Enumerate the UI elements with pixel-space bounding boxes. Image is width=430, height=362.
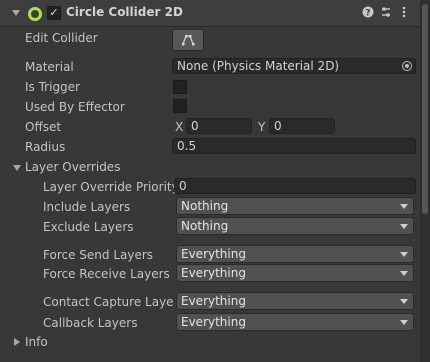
chevron-down-icon: [400, 252, 408, 257]
component-title: Circle Collider 2D: [66, 5, 183, 19]
force-send-layers-dropdown[interactable]: Everything: [176, 245, 414, 263]
exclude-layers-dropdown[interactable]: Nothing: [176, 217, 414, 235]
help-icon[interactable]: ?: [362, 6, 374, 19]
used-by-effector-checkbox[interactable]: [173, 99, 187, 113]
force-receive-layers-label: Force Receive Layers: [43, 267, 170, 281]
layer-override-priority-label: Layer Override Priority: [43, 180, 179, 194]
edit-collider-button[interactable]: [172, 29, 204, 51]
force-send-layers-label: Force Send Layers: [43, 248, 154, 262]
is-trigger-label: Is Trigger: [25, 80, 80, 94]
offset-y-field[interactable]: 0: [269, 118, 335, 134]
layer-overrides-label[interactable]: Layer Overrides: [25, 160, 120, 174]
radius-value: 0.5: [177, 139, 197, 153]
layer-override-priority-field[interactable]: 0: [174, 178, 416, 194]
more-options-icon[interactable]: [398, 6, 410, 18]
offset-y-label: Y: [258, 120, 266, 134]
include-layers-dropdown[interactable]: Nothing: [176, 197, 414, 215]
used-by-effector-label: Used By Effector: [25, 100, 125, 114]
edit-shape-icon: [182, 35, 195, 46]
contact-capture-layers-value: Everything: [181, 294, 246, 308]
material-field[interactable]: None (Physics Material 2D): [172, 58, 416, 74]
svg-text:?: ?: [365, 9, 370, 19]
scrollbar-thumb[interactable]: [422, 4, 428, 214]
chevron-down-icon: [400, 204, 408, 209]
checkmark-icon: ✓: [49, 6, 59, 19]
offset-label: Offset: [25, 120, 62, 134]
info-label[interactable]: Info: [25, 335, 48, 349]
offset-y-value: 0: [274, 119, 282, 133]
layer-override-priority-value: 0: [179, 179, 187, 193]
exclude-layers-label: Exclude Layers: [43, 220, 134, 234]
component-foldout-icon[interactable]: [12, 10, 20, 16]
component-header: [0, 0, 420, 27]
info-foldout-icon[interactable]: [14, 338, 20, 346]
contact-capture-layers-label: Contact Capture Layers: [43, 295, 174, 309]
radius-label: Radius: [25, 140, 66, 154]
force-receive-layers-value: Everything: [181, 266, 246, 280]
circle-collider-icon: [28, 7, 42, 21]
component-enabled-checkbox[interactable]: ✓: [47, 6, 61, 20]
material-label: Material: [25, 60, 74, 74]
is-trigger-checkbox[interactable]: [173, 80, 187, 94]
preset-icon[interactable]: [380, 6, 392, 18]
exclude-layers-value: Nothing: [181, 219, 229, 233]
chevron-down-icon: [400, 271, 408, 276]
edit-collider-label: Edit Collider: [25, 31, 98, 45]
chevron-down-icon: [400, 299, 408, 304]
contact-capture-layers-dropdown[interactable]: Everything: [176, 292, 414, 310]
callback-layers-dropdown[interactable]: Everything: [176, 313, 414, 331]
include-layers-value: Nothing: [181, 199, 229, 213]
chevron-down-icon: [400, 224, 408, 229]
offset-x-value: 0: [191, 119, 199, 133]
material-value: None (Physics Material 2D): [177, 59, 340, 73]
include-layers-label: Include Layers: [43, 200, 131, 214]
radius-field[interactable]: 0.5: [172, 138, 416, 154]
callback-layers-label: Callback Layers: [43, 316, 138, 330]
chevron-down-icon: [400, 320, 408, 325]
offset-x-label: X: [175, 120, 184, 134]
force-receive-layers-dropdown[interactable]: Everything: [176, 264, 414, 282]
callback-layers-value: Everything: [181, 315, 246, 329]
object-picker-icon[interactable]: [402, 61, 412, 71]
offset-x-field[interactable]: 0: [186, 118, 252, 134]
layer-overrides-foldout-icon[interactable]: [13, 165, 21, 171]
force-send-layers-value: Everything: [181, 247, 246, 261]
